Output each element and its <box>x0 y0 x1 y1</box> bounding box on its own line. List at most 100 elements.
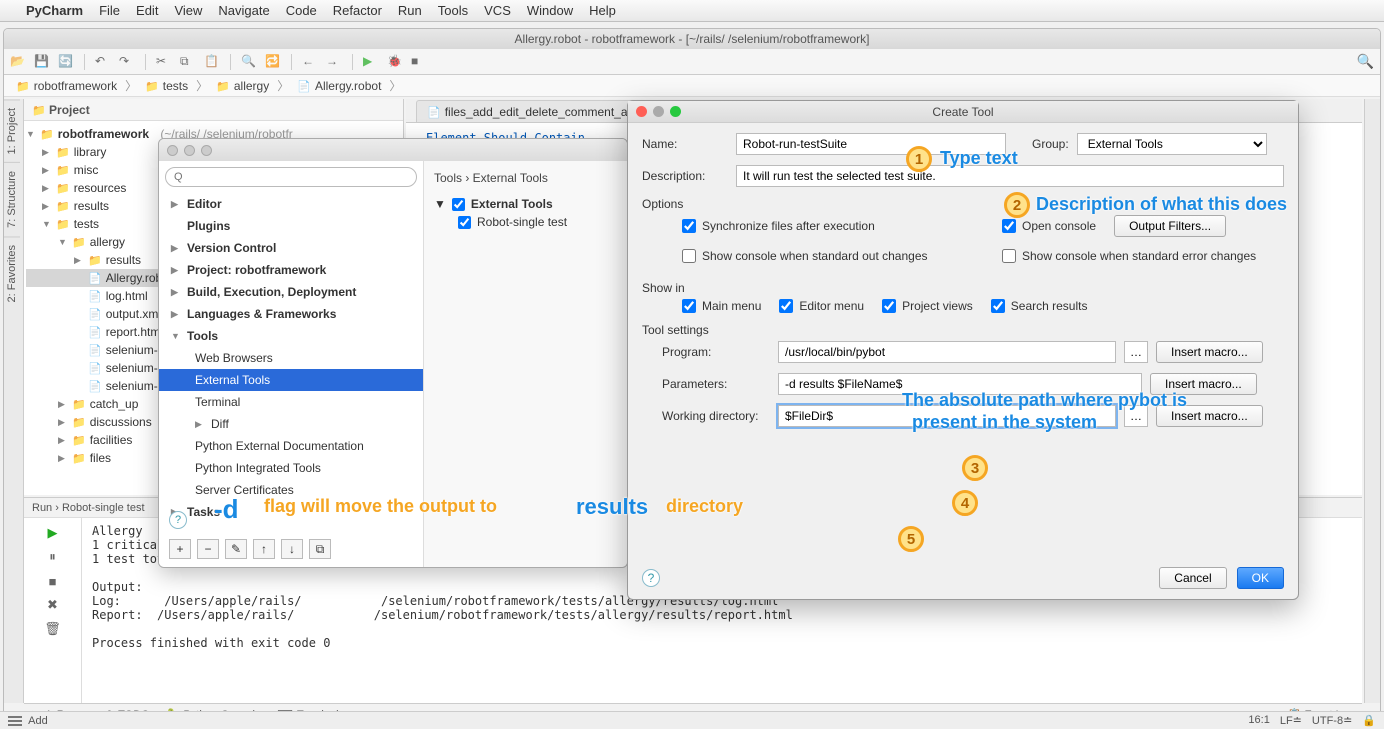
add-button[interactable]: + <box>169 539 191 559</box>
line-separator[interactable]: LF≐ <box>1280 714 1302 727</box>
menu-vcs[interactable]: VCS <box>484 3 511 18</box>
help-icon[interactable]: ? <box>169 511 187 529</box>
caret-position[interactable]: 16:1 <box>1248 714 1269 727</box>
remove-button[interactable]: − <box>197 539 219 559</box>
prefs-item[interactable]: ▶Version Control <box>159 237 423 259</box>
browse-button[interactable]: … <box>1124 341 1148 363</box>
run-trash-icon[interactable]: 🗑 <box>44 620 62 638</box>
prefs-tree-item[interactable]: Robot-single test <box>434 213 617 231</box>
search-everywhere-icon[interactable]: 🔍 <box>1357 53 1374 70</box>
stop-icon[interactable]: ■ <box>411 54 427 70</box>
chk-sync[interactable]: Synchronize files after execution <box>682 219 1002 233</box>
run-icon[interactable]: ▶ <box>363 54 379 70</box>
run-play-icon[interactable]: ▶ <box>44 524 62 542</box>
window-minimize-icon[interactable] <box>184 145 195 156</box>
prefs-item[interactable]: ▶Tasks <box>159 501 423 523</box>
menu-navigate[interactable]: Navigate <box>218 3 269 18</box>
prefs-item[interactable]: ▶Build, Execution, Deployment <box>159 281 423 303</box>
chk-main-menu[interactable]: Main menu <box>682 299 761 313</box>
chk-open-console[interactable]: Open console <box>1002 219 1096 233</box>
prefs-item[interactable]: ▼Tools <box>159 325 423 347</box>
prefs-item[interactable]: Server Certificates <box>159 479 423 501</box>
chk-stderr[interactable]: Show console when standard error changes <box>1002 249 1284 263</box>
prefs-item[interactable]: ▶Diff <box>159 413 423 435</box>
menu-code[interactable]: Code <box>286 3 317 18</box>
help-icon[interactable]: ? <box>642 569 660 587</box>
up-button[interactable]: ↑ <box>253 539 275 559</box>
workdir-input[interactable] <box>778 405 1116 427</box>
description-input[interactable] <box>736 165 1284 187</box>
checkbox[interactable] <box>452 198 465 211</box>
crumb-file[interactable]: Allergy.robot <box>291 77 387 95</box>
prefs-item[interactable]: Web Browsers <box>159 347 423 369</box>
prefs-search-input[interactable] <box>165 167 417 187</box>
menu-window[interactable]: Window <box>527 3 573 18</box>
replace-icon[interactable]: 🔁 <box>265 54 281 70</box>
window-zoom-icon[interactable] <box>201 145 212 156</box>
prefs-item[interactable]: Plugins <box>159 215 423 237</box>
params-input[interactable] <box>778 373 1142 395</box>
hamburger-icon[interactable] <box>8 716 22 726</box>
encoding[interactable]: UTF-8≐ <box>1312 714 1352 727</box>
project-header[interactable]: Project <box>24 99 403 121</box>
tab-project[interactable]: 1: Project <box>4 99 20 162</box>
insert-macro-program[interactable]: Insert macro... <box>1156 341 1263 363</box>
prefs-item[interactable]: Python External Documentation <box>159 435 423 457</box>
tab-structure[interactable]: 7: Structure <box>4 162 20 236</box>
run-close-icon[interactable]: ✖ <box>44 596 62 614</box>
menu-tools[interactable]: Tools <box>438 3 468 18</box>
name-label: Name: <box>642 137 728 151</box>
lock-icon[interactable]: 🔒 <box>1362 714 1376 727</box>
copy-icon[interactable]: ⧉ <box>180 54 196 70</box>
ok-button[interactable]: OK <box>1237 567 1284 589</box>
crumb-allergy[interactable]: allergy <box>210 77 275 95</box>
down-button[interactable]: ↓ <box>281 539 303 559</box>
menu-run[interactable]: Run <box>398 3 422 18</box>
undo-icon[interactable]: ↶ <box>95 54 111 70</box>
checkbox[interactable] <box>458 216 471 229</box>
group-select[interactable]: External Tools <box>1077 133 1267 155</box>
chk-stdout[interactable]: Show console when standard out changes <box>682 249 1002 263</box>
refresh-icon[interactable]: 🔄 <box>58 54 74 70</box>
menu-view[interactable]: View <box>174 3 202 18</box>
prefs-item[interactable]: Python Integrated Tools <box>159 457 423 479</box>
insert-macro-params[interactable]: Insert macro... <box>1150 373 1257 395</box>
prefs-tree-root[interactable]: ▼External Tools <box>434 195 617 213</box>
paste-icon[interactable]: 📋 <box>204 54 220 70</box>
cut-icon[interactable]: ✂ <box>156 54 172 70</box>
find-icon[interactable]: 🔍 <box>241 54 257 70</box>
save-icon[interactable]: 💾 <box>34 54 50 70</box>
prefs-item[interactable]: ▶Project: robotframework <box>159 259 423 281</box>
forward-icon[interactable]: → <box>326 54 342 70</box>
menu-file[interactable]: File <box>99 3 120 18</box>
chk-editor-menu[interactable]: Editor menu <box>779 299 864 313</box>
menu-refactor[interactable]: Refactor <box>333 3 382 18</box>
program-input[interactable] <box>778 341 1116 363</box>
open-icon[interactable]: 📂 <box>10 54 26 70</box>
output-filters-button[interactable]: Output Filters... <box>1114 215 1226 237</box>
prefs-item[interactable]: Terminal <box>159 391 423 413</box>
chk-project-views[interactable]: Project views <box>882 299 973 313</box>
crumb-tests[interactable]: tests <box>139 77 194 95</box>
chk-search-results[interactable]: Search results <box>991 299 1088 313</box>
name-input[interactable] <box>736 133 1006 155</box>
back-icon[interactable]: ← <box>302 54 318 70</box>
tab-favorites[interactable]: 2: Favorites <box>4 236 20 310</box>
run-pause-icon[interactable]: ⏸ <box>44 548 62 566</box>
menu-edit[interactable]: Edit <box>136 3 158 18</box>
debug-icon[interactable]: 🐞 <box>387 54 403 70</box>
cancel-button[interactable]: Cancel <box>1159 567 1226 589</box>
copy-button[interactable]: ⧉ <box>309 539 331 559</box>
prefs-item[interactable]: ▶Editor <box>159 193 423 215</box>
app-name[interactable]: PyCharm <box>26 3 83 18</box>
insert-macro-workdir[interactable]: Insert macro... <box>1156 405 1263 427</box>
window-close-icon[interactable] <box>167 145 178 156</box>
menu-help[interactable]: Help <box>589 3 616 18</box>
redo-icon[interactable]: ↷ <box>119 54 135 70</box>
run-stop-icon[interactable]: ■ <box>44 572 62 590</box>
crumb-root[interactable]: robotframework <box>10 77 123 95</box>
prefs-item-external-tools[interactable]: External Tools <box>159 369 423 391</box>
prefs-item[interactable]: ▶Languages & Frameworks <box>159 303 423 325</box>
edit-button[interactable]: ✎ <box>225 539 247 559</box>
browse-button[interactable]: … <box>1124 405 1148 427</box>
